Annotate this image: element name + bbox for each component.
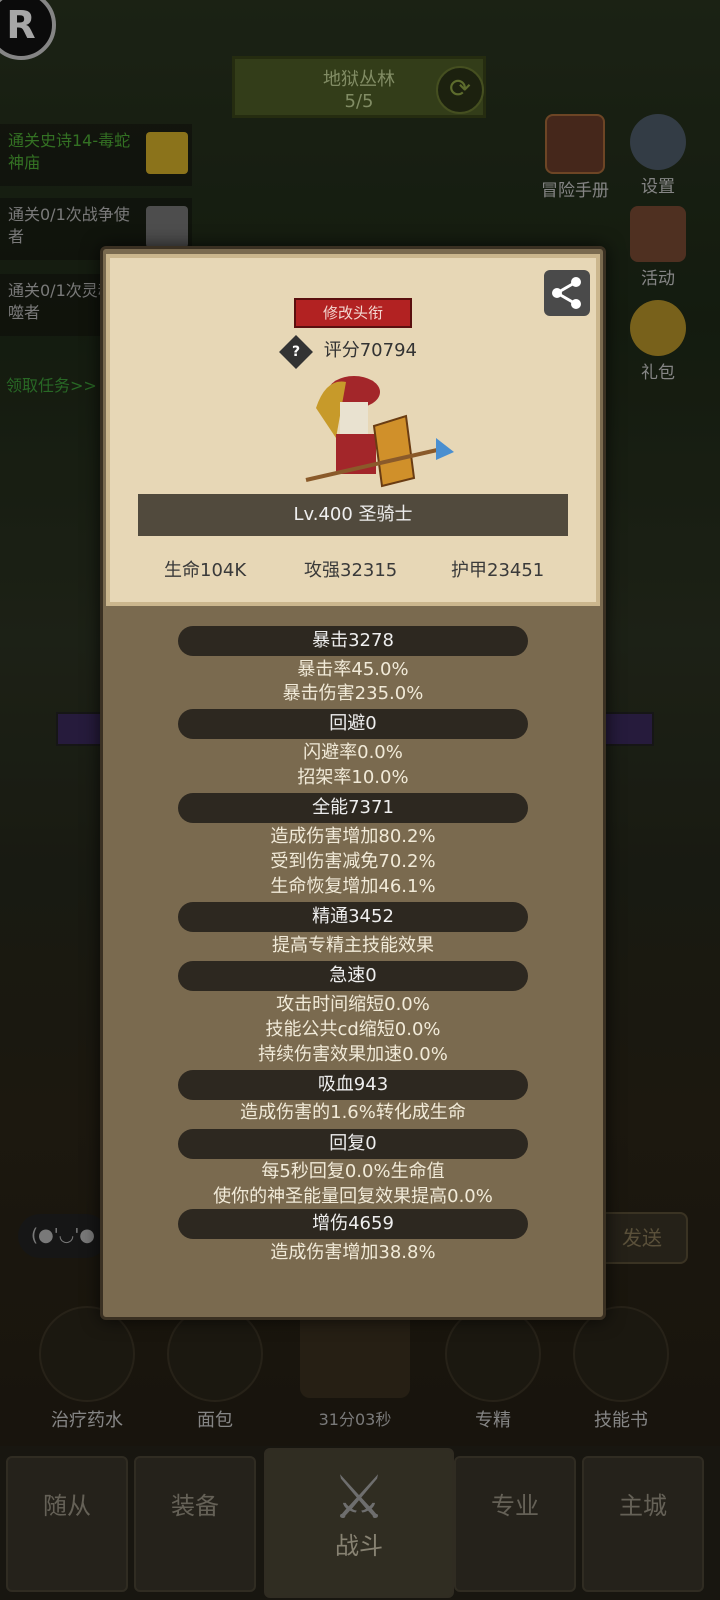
armor-stat: 护甲23451 xyxy=(451,560,545,581)
stat-section-header: 回避0 xyxy=(178,709,528,739)
stat-section-header: 全能7371 xyxy=(178,793,528,823)
stat-line: 闪避率0.0% xyxy=(303,742,403,763)
stat-line: 受到伤害减免70.2% xyxy=(270,851,436,872)
stat-line: 暴击率45.0% xyxy=(297,659,409,680)
stat-section-header: 回复0 xyxy=(178,1129,528,1159)
stat-line: 造成伤害的1.6%转化成生命 xyxy=(240,1102,466,1123)
stat-section-header: 暴击3278 xyxy=(178,626,528,656)
stat-section-header: 增伤4659 xyxy=(178,1209,528,1239)
stat-line: 使你的神圣能量回复效果提高0.0% xyxy=(213,1186,493,1207)
stat-section-header: 急速0 xyxy=(178,961,528,991)
stat-section-header: 精通3452 xyxy=(178,902,528,932)
paladin-avatar xyxy=(296,368,456,494)
stat-line: 提高专精主技能效果 xyxy=(272,935,434,956)
score-value: 评分70794 xyxy=(323,340,417,361)
stat-line: 造成伤害增加38.8% xyxy=(270,1242,436,1263)
change-title-button[interactable]: 修改头衔 xyxy=(294,298,412,328)
stat-line: 暴击伤害235.0% xyxy=(282,683,424,704)
level-class-label: Lv.400 圣骑士 xyxy=(138,494,568,536)
stat-line: 招架率10.0% xyxy=(297,767,409,788)
attack-power-stat: 攻强32315 xyxy=(304,560,398,581)
share-icon xyxy=(552,277,581,309)
stat-line: 持续伤害效果加速0.0% xyxy=(258,1044,448,1065)
score-row: ? 评分70794 xyxy=(279,335,484,369)
stat-line: 技能公共cd缩短0.0% xyxy=(265,1019,441,1040)
stat-line: 每5秒回复0.0%生命值 xyxy=(261,1161,445,1182)
stat-line: 生命恢复增加46.1% xyxy=(270,876,436,897)
stat-line: 造成伤害增加80.2% xyxy=(270,826,436,847)
stat-section-header: 吸血943 xyxy=(178,1070,528,1100)
share-button[interactable] xyxy=(544,270,590,316)
hp-stat: 生命104K xyxy=(164,560,247,581)
stat-line: 攻击时间缩短0.0% xyxy=(276,994,430,1015)
